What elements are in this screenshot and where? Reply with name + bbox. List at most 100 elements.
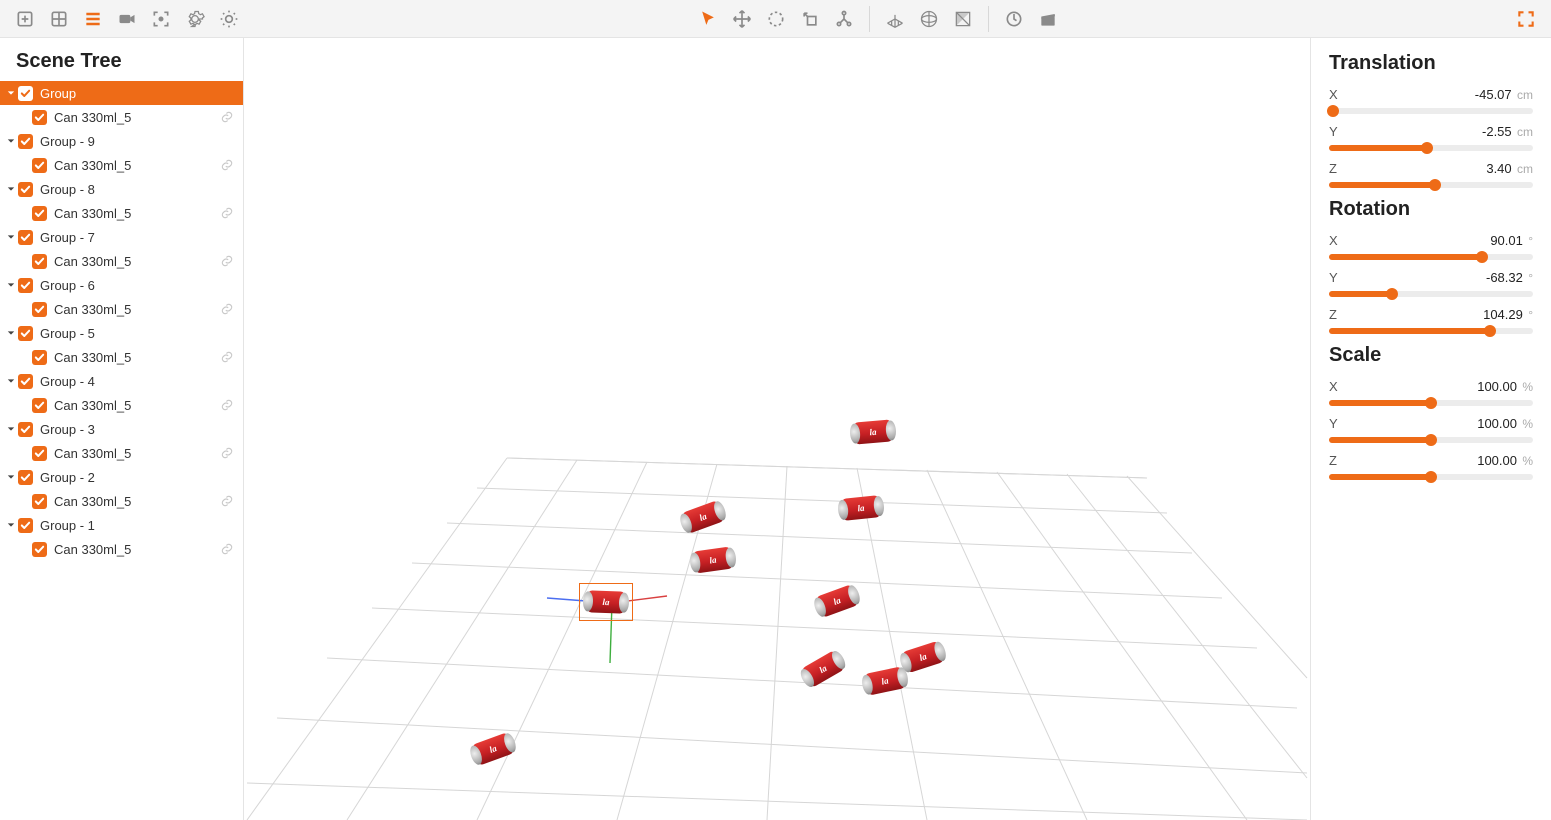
scale-tool-icon[interactable] [793,4,827,34]
tree-group-row[interactable]: Group - 2 [0,465,243,489]
list-icon[interactable] [76,4,110,34]
link-icon[interactable] [219,109,235,125]
visibility-checkbox[interactable] [18,374,33,389]
axis-label: X [1329,233,1338,248]
clap-icon[interactable] [1031,4,1065,34]
caret-down-icon[interactable] [6,88,16,98]
visibility-checkbox[interactable] [32,206,47,221]
link-icon[interactable] [219,397,235,413]
link-icon[interactable] [219,205,235,221]
visibility-checkbox[interactable] [32,542,47,557]
caret-down-icon[interactable] [6,280,16,290]
link-icon[interactable] [219,253,235,269]
scale-y-slider[interactable] [1329,437,1533,443]
rotation-y-slider[interactable] [1329,291,1533,297]
tree-group-row[interactable]: Group - 3 [0,417,243,441]
axis-label: Z [1329,307,1337,322]
scale-x-slider[interactable] [1329,400,1533,406]
visibility-checkbox[interactable] [18,326,33,341]
tree-group-row[interactable]: Group - 5 [0,321,243,345]
globe-icon[interactable] [912,4,946,34]
visibility-checkbox[interactable] [32,494,47,509]
tree-child-row[interactable]: Can 330ml_5 [0,441,243,465]
tree-child-row[interactable]: Can 330ml_5 [0,393,243,417]
focus-icon[interactable] [144,4,178,34]
link-icon[interactable] [219,349,235,365]
can-object[interactable]: la [853,419,893,444]
gear-icon[interactable] [178,4,212,34]
visibility-checkbox[interactable] [32,302,47,317]
tree-group-row[interactable]: Group - 4 [0,369,243,393]
camera-icon[interactable] [110,4,144,34]
tree-child-row[interactable]: Can 330ml_5 [0,153,243,177]
visibility-checkbox[interactable] [18,422,33,437]
properties-panel: Translation X-45.07 cmY-2.55 cmZ3.40 cm … [1311,38,1551,820]
tree-child-row[interactable]: Can 330ml_5 [0,297,243,321]
viewport-grid [244,38,1310,820]
tree-item-label: Can 330ml_5 [54,110,219,125]
visibility-checkbox[interactable] [32,446,47,461]
link-icon[interactable] [219,493,235,509]
toolbar-divider [869,6,870,32]
caret-down-icon[interactable] [6,184,16,194]
tree-group-row[interactable]: Group [0,81,243,105]
visibility-checkbox[interactable] [32,110,47,125]
visibility-checkbox[interactable] [32,254,47,269]
tree-group-row[interactable]: Group - 6 [0,273,243,297]
tree-group-row[interactable]: Group - 1 [0,513,243,537]
tree-child-row[interactable]: Can 330ml_5 [0,489,243,513]
hierarchy-icon[interactable] [827,4,861,34]
layers-icon[interactable] [946,4,980,34]
can-object[interactable]: la [587,590,626,613]
tree-child-row[interactable]: Can 330ml_5 [0,249,243,273]
link-icon[interactable] [219,541,235,557]
translation-y-slider[interactable] [1329,145,1533,151]
rotation-x-slider[interactable] [1329,254,1533,260]
turntable-icon[interactable] [997,4,1031,34]
visibility-checkbox[interactable] [18,86,33,101]
rotate-tool-icon[interactable] [759,4,793,34]
layout-icon[interactable] [42,4,76,34]
visibility-checkbox[interactable] [18,182,33,197]
select-tool-icon[interactable] [691,4,725,34]
tree-child-row[interactable]: Can 330ml_5 [0,537,243,561]
link-icon[interactable] [219,301,235,317]
tree-group-row[interactable]: Group - 9 [0,129,243,153]
viewport-3d[interactable]: lalalalalalalalalala [244,38,1311,820]
link-icon[interactable] [219,157,235,173]
visibility-checkbox[interactable] [18,134,33,149]
visibility-checkbox[interactable] [18,470,33,485]
tree-child-row[interactable]: Can 330ml_5 [0,201,243,225]
visibility-checkbox[interactable] [32,350,47,365]
add-icon[interactable] [8,4,42,34]
translation-z-slider[interactable] [1329,182,1533,188]
tree-group-row[interactable]: Group - 7 [0,225,243,249]
rotation-z-slider[interactable] [1329,328,1533,334]
scene-tree[interactable]: GroupCan 330ml_5Group - 9Can 330ml_5Grou… [0,81,243,820]
brightness-icon[interactable] [212,4,246,34]
scale-z-slider[interactable] [1329,474,1533,480]
can-object[interactable]: la [841,495,881,521]
translation-x-slider[interactable] [1329,108,1533,114]
fullscreen-icon[interactable] [1509,4,1543,34]
translation-z-row: Z3.40 cm [1329,161,1533,188]
caret-down-icon[interactable] [6,232,16,242]
tree-item-label: Group - 8 [40,182,235,197]
caret-down-icon[interactable] [6,424,16,434]
visibility-checkbox[interactable] [32,158,47,173]
grid-plane-icon[interactable] [878,4,912,34]
caret-down-icon[interactable] [6,376,16,386]
caret-down-icon[interactable] [6,328,16,338]
move-tool-icon[interactable] [725,4,759,34]
tree-child-row[interactable]: Can 330ml_5 [0,345,243,369]
visibility-checkbox[interactable] [18,230,33,245]
caret-down-icon[interactable] [6,520,16,530]
tree-child-row[interactable]: Can 330ml_5 [0,105,243,129]
visibility-checkbox[interactable] [18,278,33,293]
tree-group-row[interactable]: Group - 8 [0,177,243,201]
visibility-checkbox[interactable] [32,398,47,413]
visibility-checkbox[interactable] [18,518,33,533]
caret-down-icon[interactable] [6,136,16,146]
caret-down-icon[interactable] [6,472,16,482]
link-icon[interactable] [219,445,235,461]
